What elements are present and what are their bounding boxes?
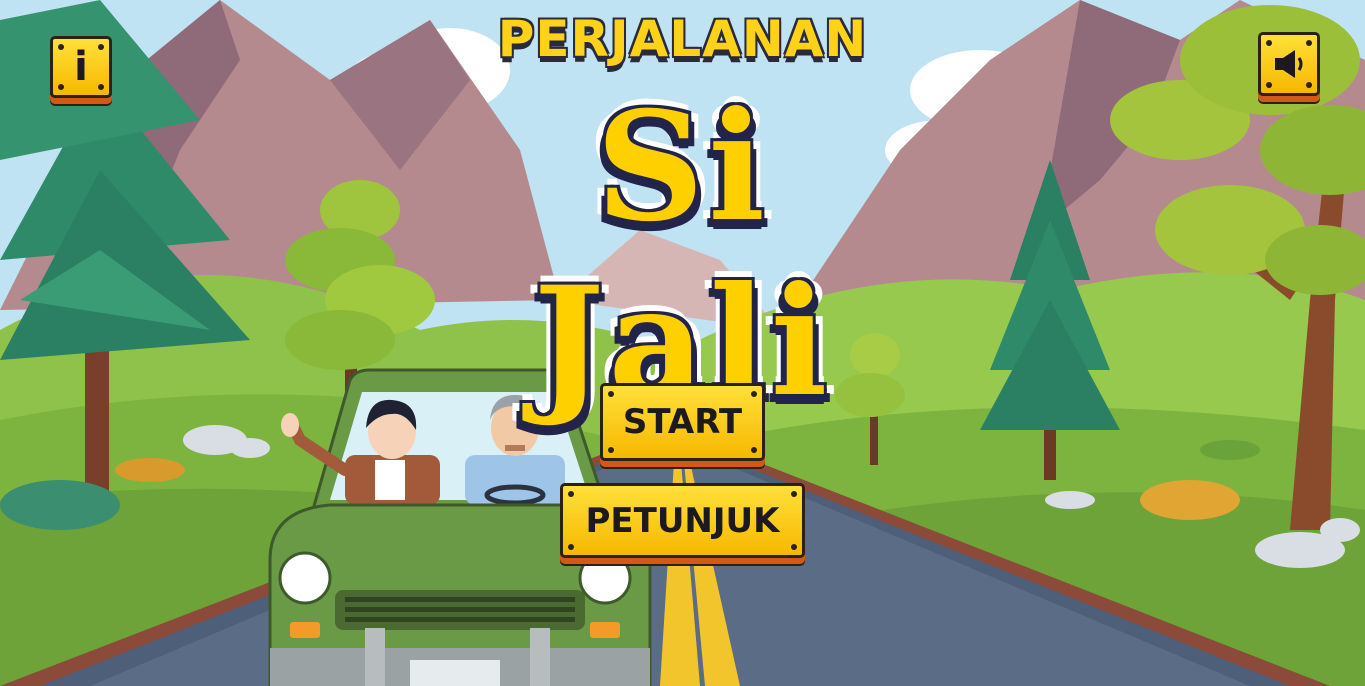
- speaker-icon: [1275, 50, 1303, 78]
- sound-button[interactable]: [1258, 32, 1320, 96]
- info-button[interactable]: i: [50, 36, 112, 98]
- game-title-screen: PERJALANAN Si Jali i START PETUNJUK: [0, 0, 1365, 686]
- start-button-label: START: [622, 402, 743, 442]
- start-button[interactable]: START: [600, 383, 765, 461]
- petunjuk-button-label: PETUNJUK: [585, 500, 780, 541]
- info-icon: i: [74, 44, 88, 90]
- petunjuk-button[interactable]: PETUNJUK: [560, 483, 805, 558]
- title-line-1: PERJALANAN: [497, 10, 868, 68]
- title-line-2: Si Jali: [533, 79, 832, 430]
